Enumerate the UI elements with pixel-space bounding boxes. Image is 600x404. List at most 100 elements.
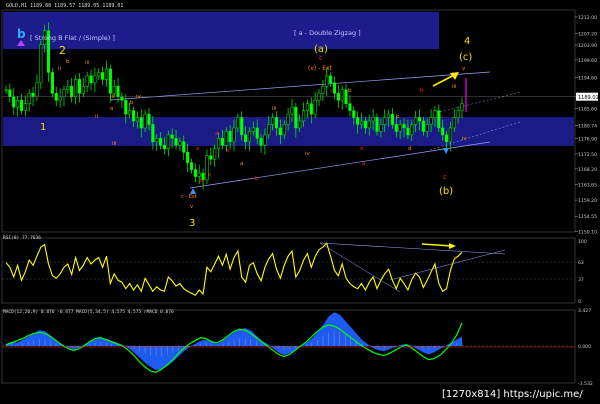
wave-label-c-ext: c - Ext: [181, 194, 197, 200]
candle-body: [456, 110, 460, 118]
candle-body: [58, 96, 62, 101]
candle-body: [124, 99, 128, 115]
symbol-header: GOLD,H1 1189.88 1189.57 1189.05 1189.01: [6, 3, 124, 9]
sub-wave-label: iii: [272, 106, 277, 112]
candle-body: [271, 117, 275, 125]
sub-wave-label: v: [462, 66, 466, 72]
candle-body: [460, 103, 464, 111]
candle-body: [329, 75, 333, 84]
macd-axis-label: 0.000: [578, 344, 591, 350]
rsi-axis-max-label: 100: [578, 239, 587, 245]
sub-wave-label: d: [408, 146, 412, 152]
candle-body: [4, 89, 8, 91]
candle-body: [89, 75, 93, 84]
candle-body: [197, 172, 201, 177]
price-tick-label: 1212.00: [578, 15, 597, 21]
wave-label-v-ext: (v) - Ext: [308, 65, 333, 72]
candle-body: [290, 106, 294, 115]
sub-wave-label: x: [208, 172, 212, 178]
candle-body: [151, 124, 155, 143]
blue-down-arrow-icon: [443, 148, 449, 154]
sub-wave-label: ii: [95, 114, 99, 120]
candle-body: [31, 93, 35, 97]
candle-body: [8, 89, 12, 97]
sub-wave-label: b: [396, 114, 400, 120]
candle-body: [298, 120, 302, 129]
candle-body: [425, 124, 429, 132]
candle-body: [170, 134, 174, 139]
candle-body: [35, 82, 39, 97]
candle-body: [50, 72, 54, 94]
candle-body: [263, 134, 267, 146]
candle-body: [313, 99, 317, 115]
sub-wave-label: iii: [452, 84, 457, 90]
candle-body: [332, 82, 337, 94]
candle-body: [247, 131, 252, 143]
wave-label-4: 4: [464, 36, 470, 47]
sub-wave-label: iii: [112, 141, 117, 147]
sub-wave-label: b: [130, 100, 134, 106]
wave-label-b-top: b: [17, 27, 26, 41]
candle-body: [444, 134, 449, 143]
candle-body: [66, 86, 70, 91]
sub-wave-label: ii: [58, 66, 62, 72]
candle-body: [178, 141, 182, 146]
candle-body: [441, 127, 445, 136]
price-tick-label: 1176.90: [578, 137, 597, 143]
candle-body: [302, 110, 306, 122]
sub-wave-label: a: [215, 131, 218, 137]
wave-label-2: 2: [59, 44, 66, 57]
candle-body: [340, 89, 344, 101]
rsi-yellow-arrow-head: [449, 243, 456, 249]
macd-title: MACD(12,26,9) 0.876 -0.477 MACD(5,34,5) …: [3, 310, 174, 315]
candle-body: [120, 96, 124, 101]
candle-body: [414, 117, 418, 125]
sub-wave-label: a: [196, 146, 199, 152]
candle-body: [101, 72, 105, 80]
candle-body: [321, 86, 325, 94]
candle-body: [131, 110, 136, 122]
candle-body: [394, 124, 398, 132]
candle-body: [356, 117, 360, 125]
wave-label-3: 3: [189, 218, 195, 229]
sub-wave-label: b: [420, 88, 424, 94]
price-tick-label: 1199.60: [578, 58, 597, 64]
rsi-axis-min-label: 0: [578, 299, 581, 305]
candle-body: [209, 155, 213, 160]
candle-body: [19, 99, 24, 111]
candle-body: [23, 103, 27, 111]
candle-body: [371, 117, 375, 122]
sub-wave-label: iv: [462, 136, 468, 142]
candle-body: [116, 86, 120, 97]
candle-body: [278, 127, 282, 136]
candle-body: [39, 44, 43, 84]
candle-body: [74, 79, 78, 97]
candle-body: [448, 127, 452, 143]
sub-wave-label: c: [440, 114, 443, 120]
wave-label-1: 1: [40, 122, 46, 133]
candle-body: [305, 103, 309, 111]
sub-wave-label: a: [110, 106, 113, 112]
candle-body: [162, 145, 166, 149]
price-tick-label: 1185.60: [578, 107, 597, 113]
rsi-trend-upper: [319, 242, 506, 255]
price-tick-label: 1172.50: [578, 152, 597, 158]
price-tick-label: 1159.20: [578, 198, 597, 204]
candle-body: [186, 151, 190, 163]
candle-body: [379, 124, 383, 132]
candle-body: [220, 138, 224, 146]
candle-body: [143, 113, 147, 129]
sub-wave-label: iii: [110, 94, 115, 100]
sub-wave-label: b: [255, 176, 259, 182]
mt4-chart-window: 1212.00 1207.20 1203.90 1199.60 1194.60 1189.…: [0, 0, 600, 404]
candle-body: [363, 120, 367, 129]
sub-wave-label: b: [348, 88, 352, 94]
price-tick-label: 1180.74: [578, 123, 597, 129]
price-tick-label: 1207.20: [578, 32, 597, 38]
candle-body: [383, 117, 387, 125]
candle-body: [104, 68, 109, 80]
candle-body: [236, 117, 240, 129]
wave-label-b-paren: (b): [439, 186, 453, 197]
price-tick-label: 1154.55: [578, 214, 597, 220]
macd-axis-label: 3.427: [578, 308, 591, 314]
